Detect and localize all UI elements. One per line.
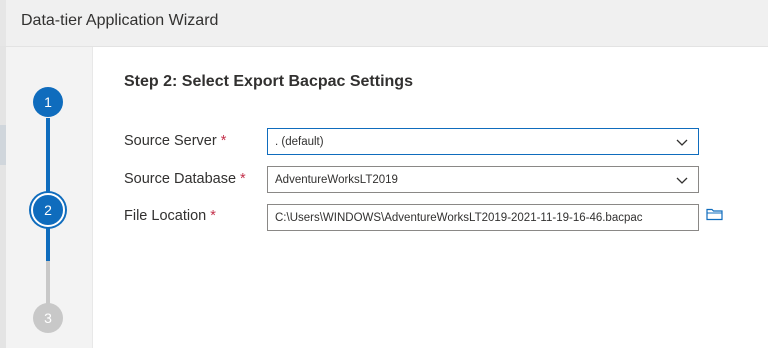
step-progress-track-inactive xyxy=(46,261,50,305)
source-server-label-text: Source Server xyxy=(124,133,217,149)
file-location-value: C:\Users\WINDOWS\AdventureWorksLT2019-20… xyxy=(275,212,643,224)
window-title: Data-tier Application Wizard xyxy=(21,12,219,29)
step-1-indicator[interactable]: 1 xyxy=(33,87,63,117)
file-location-label: File Location * xyxy=(124,208,216,224)
source-server-value: . (default) xyxy=(275,136,324,148)
file-location-input[interactable]: C:\Users\WINDOWS\AdventureWorksLT2019-20… xyxy=(267,204,699,231)
source-server-dropdown[interactable]: . (default) xyxy=(267,128,699,155)
source-database-value: AdventureWorksLT2019 xyxy=(275,174,398,186)
wizard-content xyxy=(93,47,768,348)
chevron-down-icon xyxy=(676,177,688,184)
sidebar-edge xyxy=(0,47,6,348)
window-edge xyxy=(0,0,6,46)
chevron-down-icon xyxy=(676,139,688,146)
required-marker: * xyxy=(220,133,227,149)
required-marker: * xyxy=(240,171,246,187)
folder-icon[interactable] xyxy=(706,207,724,221)
source-database-label: Source Database * xyxy=(124,171,246,187)
source-database-dropdown[interactable]: AdventureWorksLT2019 xyxy=(267,166,699,193)
step-3-indicator: 3 xyxy=(33,303,63,333)
file-location-label-text: File Location xyxy=(124,208,207,224)
title-bar: Data-tier Application Wizard xyxy=(0,0,768,47)
required-marker: * xyxy=(210,208,216,224)
source-server-label: Source Server * xyxy=(124,133,226,149)
page-title: Step 2: Select Export Bacpac Settings xyxy=(124,73,413,90)
source-database-label-text: Source Database xyxy=(124,171,237,187)
sidebar-edge-mark xyxy=(0,125,6,165)
step-progress-track-active xyxy=(46,118,50,261)
step-2-indicator[interactable]: 2 xyxy=(31,193,65,227)
